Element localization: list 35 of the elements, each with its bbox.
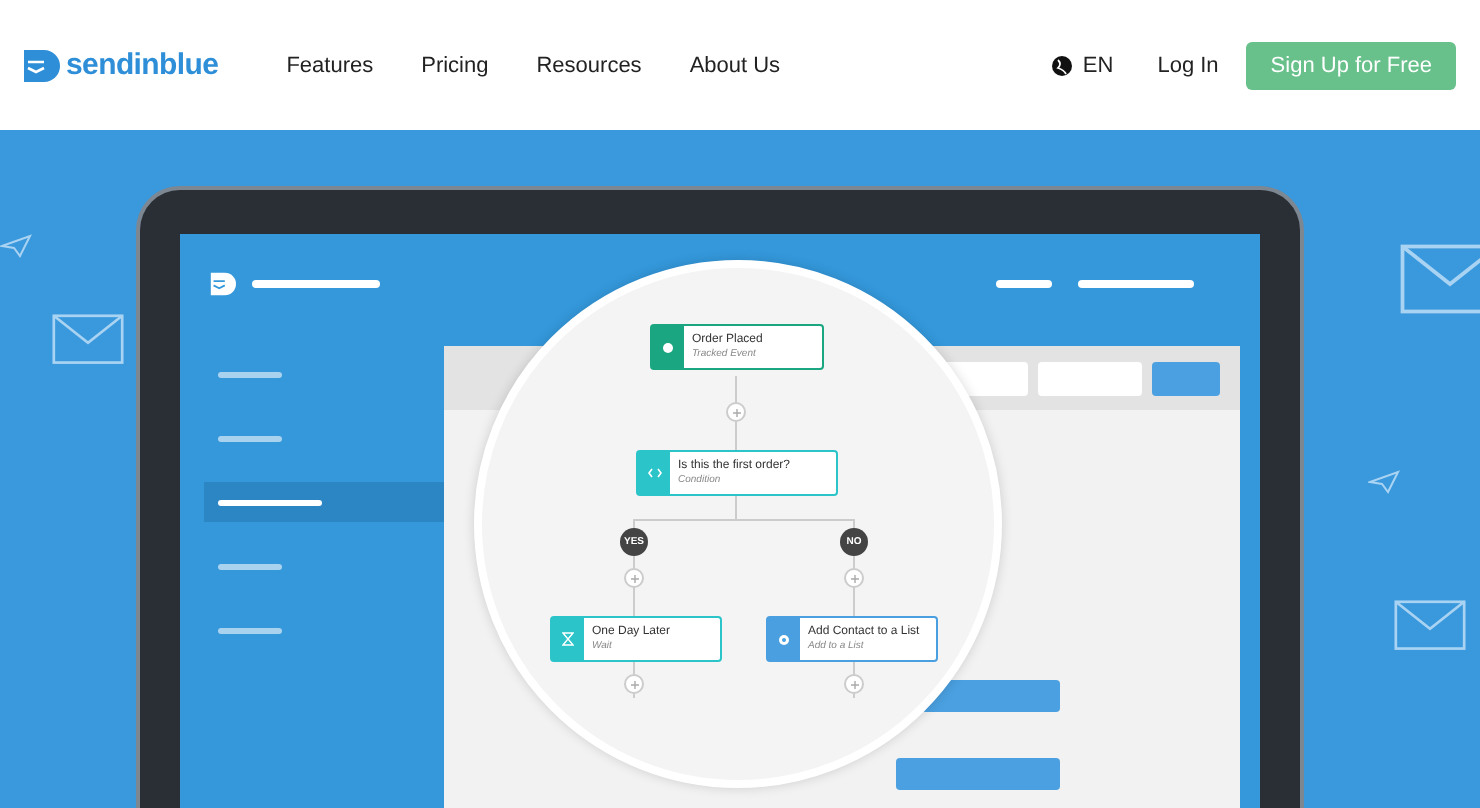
language-selector[interactable]: EN	[1052, 53, 1114, 77]
plus-icon	[629, 573, 639, 583]
nav-link[interactable]: Features	[286, 53, 374, 77]
globe-icon	[1052, 55, 1073, 75]
nav-link[interactable]: About Us	[689, 53, 781, 77]
nav-link[interactable]: Resources	[536, 53, 642, 77]
paper-plane-icon	[1368, 470, 1400, 494]
code-icon	[647, 468, 661, 478]
toolbar-placeholder	[1038, 361, 1142, 395]
plus-icon	[849, 573, 859, 583]
logo-icon	[208, 270, 236, 298]
toolbar-placeholder	[1152, 361, 1220, 395]
hourglass-icon	[562, 632, 574, 646]
add-step-button[interactable]	[726, 402, 746, 422]
add-step-button[interactable]	[624, 674, 644, 694]
plus-icon	[731, 407, 741, 417]
add-step-button[interactable]	[844, 568, 864, 588]
brand-name: sendinblue	[66, 48, 219, 82]
menu-placeholder	[1078, 280, 1194, 288]
envelope-icon	[1400, 244, 1480, 314]
envelope-icon	[52, 314, 124, 365]
gear-icon	[778, 633, 790, 645]
plus-icon	[629, 679, 639, 689]
login-link[interactable]: Log In	[1157, 53, 1219, 77]
add-step-button[interactable]	[624, 568, 644, 588]
title-placeholder	[252, 280, 380, 288]
plus-icon	[849, 679, 859, 689]
menu-placeholder	[996, 280, 1052, 288]
paper-plane-icon	[0, 234, 32, 258]
nav-link[interactable]: Pricing	[421, 53, 489, 77]
logo-icon	[20, 45, 60, 85]
envelope-icon	[1394, 600, 1466, 651]
sidebar-item[interactable]	[204, 482, 444, 522]
connector-line	[735, 376, 737, 451]
add-step-button[interactable]	[844, 674, 864, 694]
